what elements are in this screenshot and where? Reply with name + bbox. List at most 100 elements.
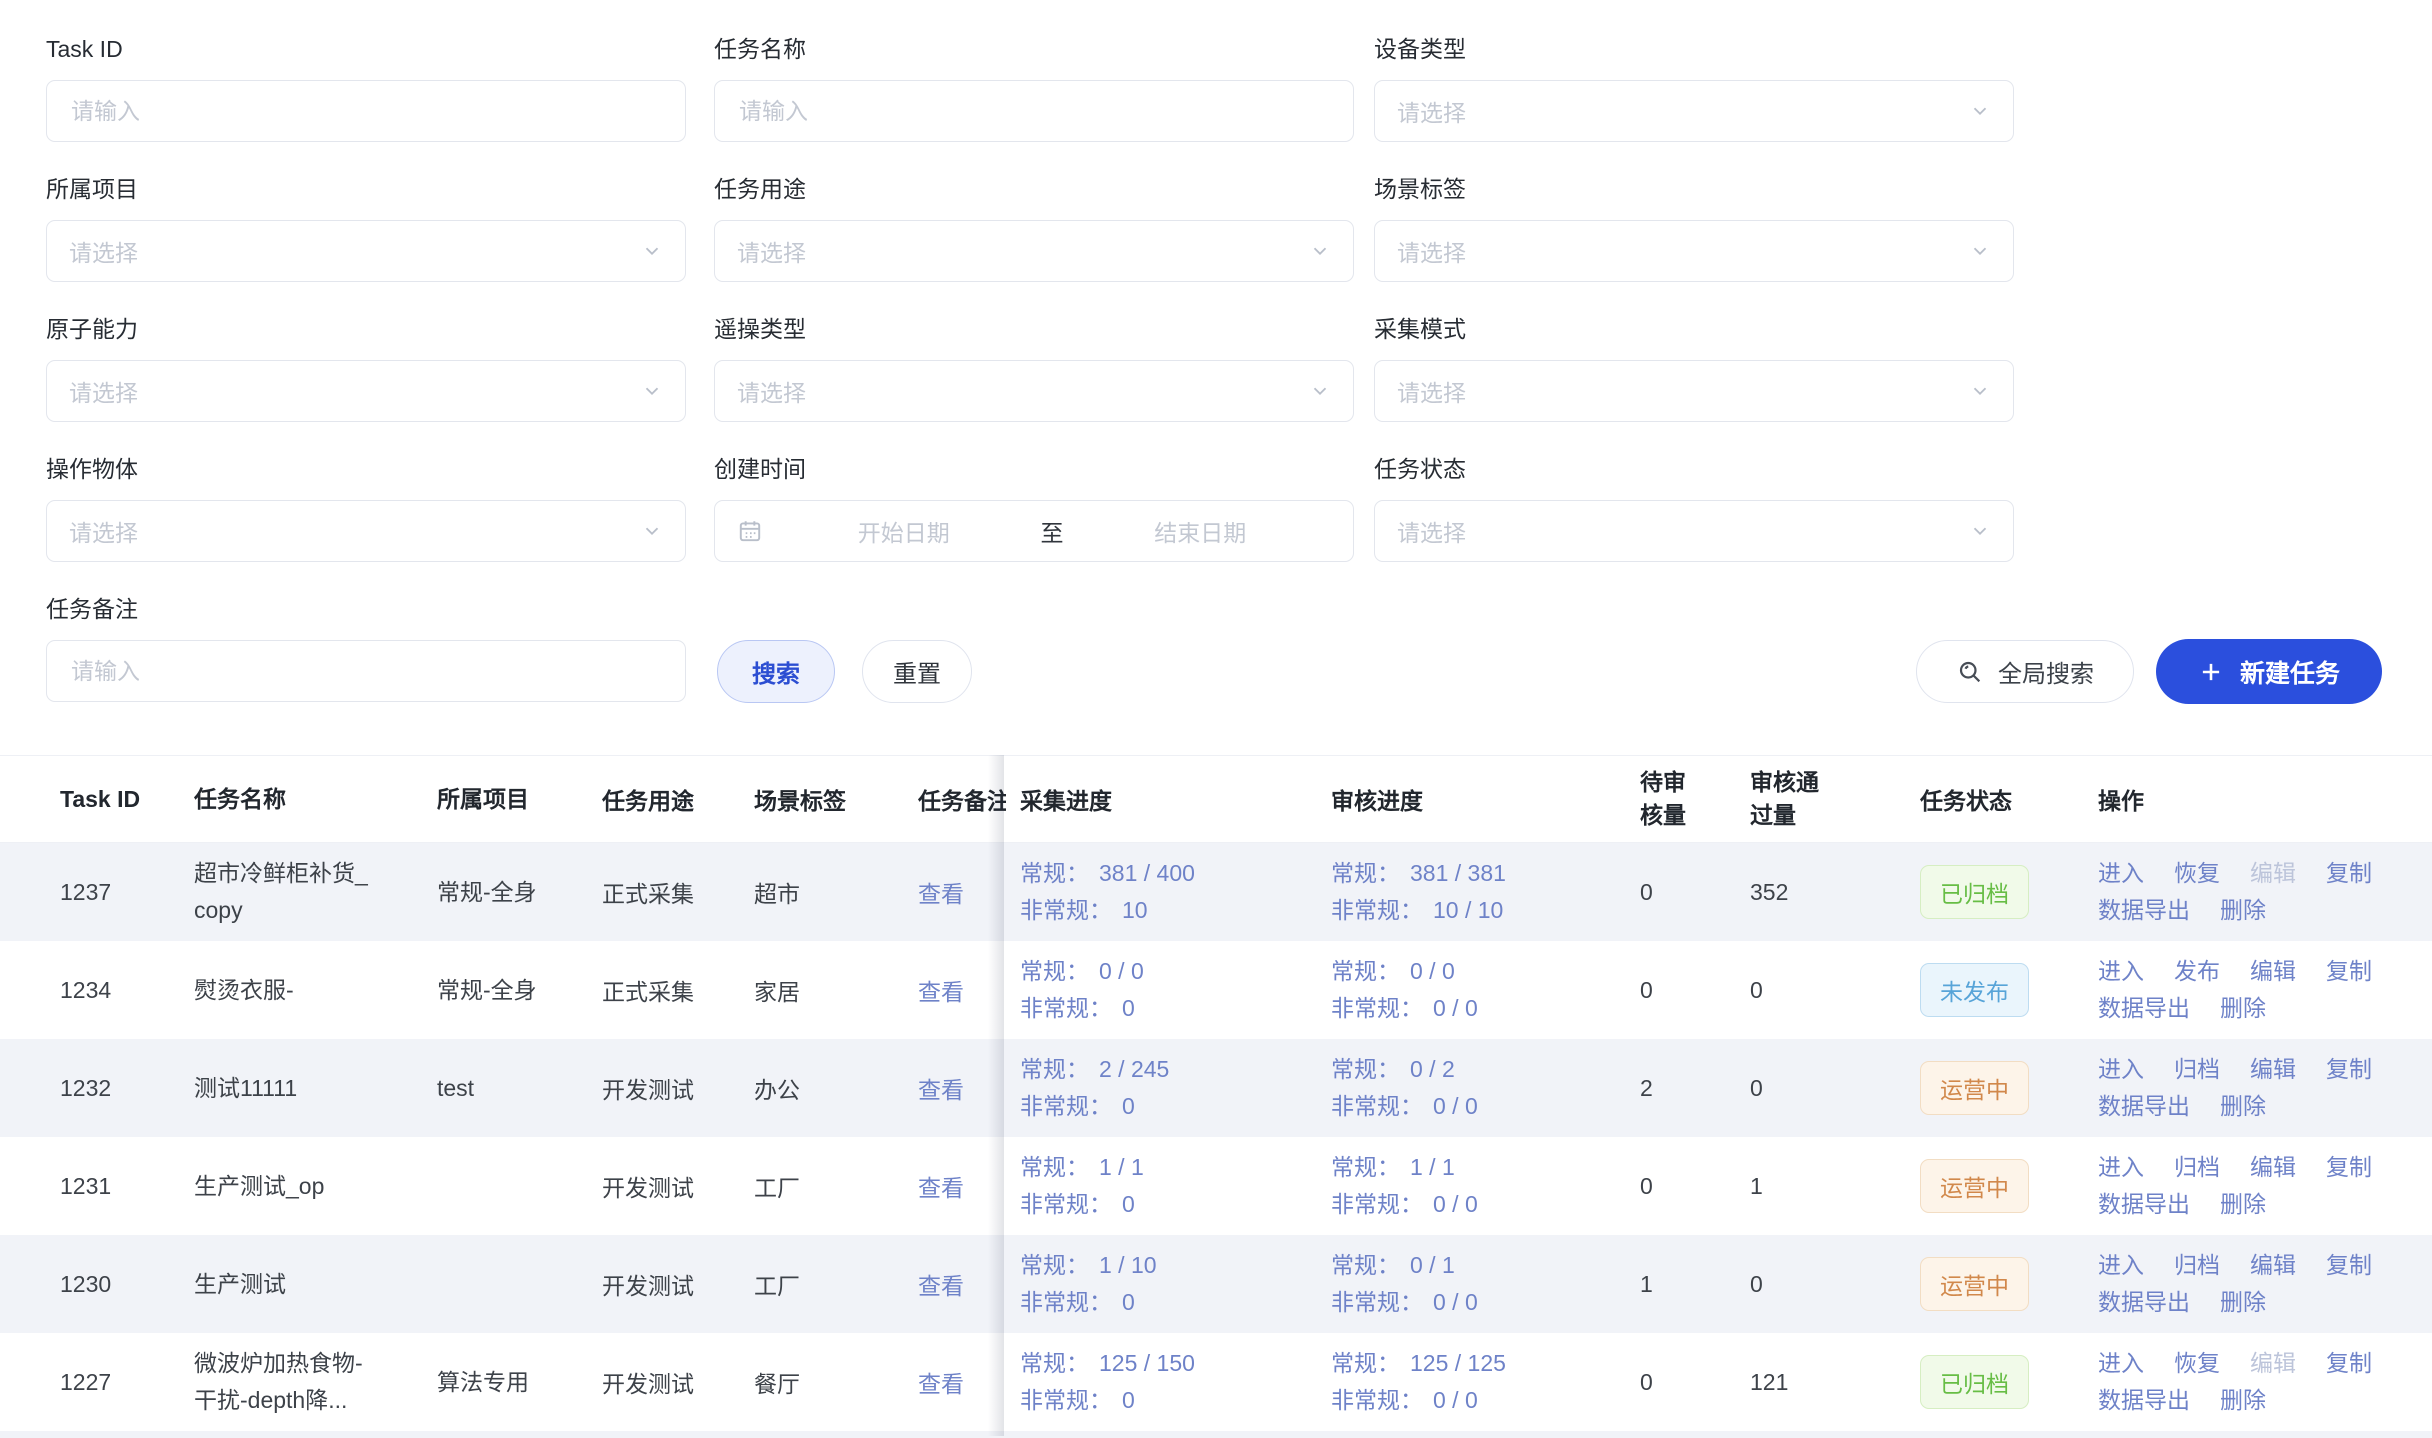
action-archive[interactable]: 归档: [2174, 1149, 2220, 1186]
action-delete[interactable]: 删除: [2220, 1088, 2266, 1125]
action-copy[interactable]: 复制: [2326, 1345, 2372, 1382]
task-remark-input[interactable]: [69, 657, 663, 686]
cell-pending-count: 0: [1640, 1137, 1653, 1235]
action-restore[interactable]: 恢复: [2174, 855, 2220, 892]
task-status-select[interactable]: 请选择: [1374, 500, 2014, 562]
action-delete[interactable]: 删除: [2220, 1284, 2266, 1321]
view-remark-link[interactable]: 查看: [918, 973, 964, 1007]
task-name-input[interactable]: [737, 97, 1331, 126]
table-row: 1237 超市冷鲜柜补货_copy 常规-全身 正式采集 超市 查看 常规：38…: [0, 843, 2432, 941]
cell-collect-progress: 常规：0 / 0 非常规：0: [1020, 941, 1144, 1039]
device-type-select[interactable]: 请选择: [1374, 80, 2014, 142]
action-archive[interactable]: 归档: [2174, 1247, 2220, 1284]
task-remark-input-box: [46, 640, 686, 702]
action-export[interactable]: 数据导出: [2098, 1088, 2190, 1125]
action-enter[interactable]: 进入: [2098, 855, 2144, 892]
cell-project: [437, 1235, 541, 1333]
cell-task-id: 1234: [60, 941, 111, 1039]
action-enter[interactable]: 进入: [2098, 953, 2144, 990]
action-copy[interactable]: 复制: [2326, 1149, 2372, 1186]
global-search-label: 全局搜索: [1998, 654, 2094, 689]
filter-group-task-name: 任务名称: [714, 34, 1354, 142]
cell-task-id: 1230: [60, 1235, 111, 1333]
search-button[interactable]: 搜索: [717, 640, 835, 703]
global-search-button[interactable]: 全局搜索: [1916, 640, 2134, 703]
date-range-picker[interactable]: 开始日期 至 结束日期: [714, 500, 1354, 562]
cell-task-name: 测试11111: [194, 1039, 372, 1137]
cell-task-name: 生产测试: [194, 1235, 372, 1333]
action-export[interactable]: 数据导出: [2098, 1186, 2190, 1223]
field-label: 任务备注: [46, 594, 686, 624]
header-status: 任务状态: [1920, 756, 2012, 842]
select-placeholder: 请选择: [69, 234, 641, 268]
start-date-placeholder[interactable]: 开始日期: [773, 514, 1035, 548]
action-enter[interactable]: 进入: [2098, 1345, 2144, 1382]
purpose-select[interactable]: 请选择: [714, 220, 1354, 282]
action-archive[interactable]: 归档: [2174, 1051, 2220, 1088]
cell-actions: 进入 归档 编辑 复制 数据导出 删除: [2098, 1137, 2410, 1235]
select-placeholder: 请选择: [1397, 94, 1969, 128]
action-restore[interactable]: 恢复: [2174, 1345, 2220, 1382]
table-header-row: Task ID 任务名称 所属项目 任务用途 场景标签 任务备注 采集进度 审核…: [0, 755, 2432, 843]
action-enter[interactable]: 进入: [2098, 1149, 2144, 1186]
field-label: 原子能力: [46, 314, 686, 344]
view-remark-link[interactable]: 查看: [918, 1071, 964, 1105]
view-remark-link[interactable]: 查看: [918, 1365, 964, 1399]
chevron-down-icon: [1309, 240, 1331, 262]
reset-button[interactable]: 重置: [862, 640, 972, 703]
action-copy[interactable]: 复制: [2326, 953, 2372, 990]
action-publish[interactable]: 发布: [2174, 953, 2220, 990]
action-delete[interactable]: 删除: [2220, 1382, 2266, 1419]
field-label: 采集模式: [1374, 314, 2014, 344]
action-export[interactable]: 数据导出: [2098, 892, 2190, 929]
scene-tag-select[interactable]: 请选择: [1374, 220, 2014, 282]
view-remark-link[interactable]: 查看: [918, 875, 964, 909]
cell-task-name: 超市冷鲜柜补货_copy: [194, 843, 372, 941]
action-copy[interactable]: 复制: [2326, 1051, 2372, 1088]
action-export[interactable]: 数据导出: [2098, 1284, 2190, 1321]
action-edit[interactable]: 编辑: [2250, 953, 2296, 990]
filter-group-create-time: 创建时间 开始日期 至 结束日期: [714, 454, 1354, 562]
filter-group-collect-mode: 采集模式 请选择: [1374, 314, 2014, 422]
task-id-input[interactable]: [69, 97, 663, 126]
cell-collect-progress: 常规：2 / 245 非常规：0: [1020, 1039, 1169, 1137]
action-copy[interactable]: 复制: [2326, 1247, 2372, 1284]
header-project: 所属项目: [437, 756, 541, 842]
cell-scene: 工厂: [754, 1137, 800, 1235]
chevron-down-icon: [1969, 240, 1991, 262]
action-delete[interactable]: 删除: [2220, 990, 2266, 1027]
header-remark: 任务备注: [918, 756, 1006, 842]
cell-review-progress: 常规：0 / 2 非常规：0 / 0: [1331, 1039, 1478, 1137]
field-label: 遥操类型: [714, 314, 1354, 344]
cell-scene: 超市: [754, 843, 800, 941]
status-badge: 已归档: [1920, 1355, 2029, 1409]
end-date-placeholder[interactable]: 结束日期: [1070, 514, 1332, 548]
action-delete[interactable]: 删除: [2220, 892, 2266, 929]
new-task-button[interactable]: 新建任务: [2156, 639, 2382, 704]
cell-purpose: 开发测试: [602, 1137, 694, 1235]
operation-object-select[interactable]: 请选择: [46, 500, 686, 562]
field-label: 创建时间: [714, 454, 1354, 484]
project-select[interactable]: 请选择: [46, 220, 686, 282]
action-export[interactable]: 数据导出: [2098, 1382, 2190, 1419]
header-actions: 操作: [2098, 756, 2410, 842]
teleop-type-select[interactable]: 请选择: [714, 360, 1354, 422]
action-edit[interactable]: 编辑: [2250, 1149, 2296, 1186]
action-enter[interactable]: 进入: [2098, 1051, 2144, 1088]
view-remark-link[interactable]: 查看: [918, 1267, 964, 1301]
cell-approved-count: 0: [1750, 1235, 1763, 1333]
action-copy[interactable]: 复制: [2326, 855, 2372, 892]
action-delete[interactable]: 删除: [2220, 1186, 2266, 1223]
collect-mode-select[interactable]: 请选择: [1374, 360, 2014, 422]
atomic-capability-select[interactable]: 请选择: [46, 360, 686, 422]
filter-group-project: 所属项目 请选择: [46, 174, 686, 282]
select-placeholder: 请选择: [69, 374, 641, 408]
cell-scene: 工厂: [754, 1235, 800, 1333]
cell-project: 常规-全身: [437, 941, 541, 1039]
view-remark-link[interactable]: 查看: [918, 1169, 964, 1203]
action-edit[interactable]: 编辑: [2250, 1051, 2296, 1088]
action-enter[interactable]: 进入: [2098, 1247, 2144, 1284]
action-export[interactable]: 数据导出: [2098, 990, 2190, 1027]
action-edit[interactable]: 编辑: [2250, 1247, 2296, 1284]
cell-actions: 进入 发布 编辑 复制 数据导出 删除: [2098, 941, 2410, 1039]
